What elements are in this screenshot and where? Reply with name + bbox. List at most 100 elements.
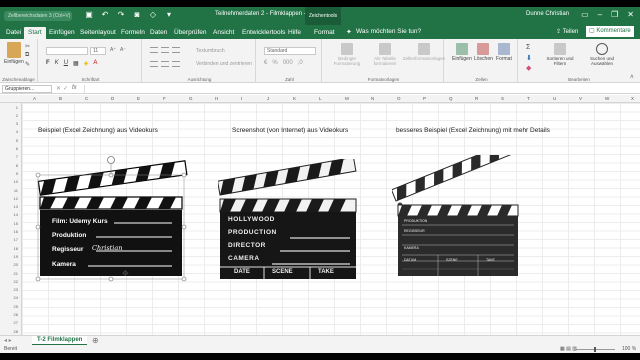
column-header[interactable]: F (163, 95, 166, 103)
tab-einfuegen[interactable]: Einfügen (49, 27, 75, 39)
column-header[interactable]: O (397, 95, 401, 103)
clear-icon[interactable]: ◆ (526, 64, 531, 72)
align-middle-icon[interactable] (161, 47, 169, 53)
column-header[interactable]: X (631, 95, 634, 103)
column-header[interactable]: V (579, 95, 582, 103)
tab-datei[interactable]: Datei (6, 27, 21, 39)
row-header[interactable]: 8 (16, 163, 18, 168)
user-name[interactable]: Dunne Christian (526, 11, 569, 17)
font-size-select[interactable]: 11 (90, 47, 106, 55)
fill-color-icon[interactable]: ◈ (84, 60, 89, 67)
tab-hilfe[interactable]: Hilfe (288, 27, 301, 39)
tab-format[interactable]: Format (314, 27, 335, 39)
row-header[interactable]: 25 (14, 304, 18, 309)
column-header[interactable]: G (189, 95, 193, 103)
row-header[interactable]: 4 (16, 129, 18, 134)
column-header[interactable]: E (137, 95, 140, 103)
redo-icon[interactable]: ↷ (116, 10, 126, 20)
column-header[interactable]: T (527, 95, 530, 103)
row-header[interactable]: 13 (14, 204, 18, 209)
row-header[interactable]: 28 (14, 329, 18, 334)
insert-function-button[interactable]: fx (72, 85, 77, 91)
row-header[interactable]: 21 (14, 271, 18, 276)
align-left-icon[interactable] (150, 61, 158, 67)
tab-seitenlayout[interactable]: Seitenlayout (80, 27, 116, 39)
bold-button[interactable]: F (46, 60, 50, 67)
paste-button[interactable]: Einfügen (4, 42, 24, 65)
row-header[interactable]: 1 (16, 105, 18, 110)
align-right-icon[interactable] (172, 61, 180, 67)
align-top-icon[interactable] (150, 47, 158, 53)
zoom-slider-knob[interactable] (594, 347, 596, 352)
border-icon[interactable]: ▦ (73, 60, 79, 67)
merge-center-button[interactable]: Verbinden und zentrieren (196, 61, 252, 67)
undo-icon[interactable]: ↶ (100, 10, 110, 20)
search-box[interactable]: Zellbereichsdaten 3 (Ctrl+V) (4, 11, 72, 21)
find-select-button[interactable]: Suchen und Auswählen (582, 43, 622, 66)
format-cells-button[interactable]: Format (496, 43, 512, 62)
cut-icon[interactable]: ✂ (25, 43, 30, 50)
column-header[interactable]: C (85, 95, 88, 103)
insert-cells-button[interactable]: Einfügen (452, 43, 472, 62)
sheet-nav-arrows-icon[interactable]: ◂ ▸ (4, 337, 12, 344)
format-as-table-button[interactable]: Als Tabelle formatieren (368, 43, 402, 66)
grow-font-icon[interactable]: A⁺ (110, 47, 116, 53)
column-header[interactable]: J (267, 95, 269, 103)
row-header[interactable]: 12 (14, 196, 18, 201)
row-header[interactable]: 6 (16, 146, 18, 151)
row-header[interactable]: 3 (16, 121, 18, 126)
conditional-format-button[interactable]: Bedingte Formatierung (330, 43, 364, 66)
column-header[interactable]: I (241, 95, 242, 103)
format-painter-icon[interactable]: ✎ (25, 61, 30, 68)
cancel-icon[interactable]: ✕ (56, 85, 61, 92)
column-header[interactable]: H (215, 95, 218, 103)
percent-icon[interactable]: % (272, 60, 277, 66)
column-header[interactable]: R (475, 95, 478, 103)
tab-ueberpruefen[interactable]: Überprüfen (174, 27, 207, 39)
column-header[interactable]: P (423, 95, 426, 103)
save-icon[interactable]: ▣ (84, 10, 94, 20)
tab-start[interactable]: Start (24, 27, 46, 39)
wrap-text-button[interactable]: Textumbruch (196, 48, 225, 54)
tell-me-input[interactable]: Was möchten Sie tun? (356, 28, 421, 35)
copy-icon[interactable]: ⧉ (25, 52, 29, 59)
align-center-icon[interactable] (161, 61, 169, 67)
tab-ansicht[interactable]: Ansicht (213, 27, 234, 39)
autosum-icon[interactable]: Σ (526, 44, 530, 51)
row-header[interactable]: 11 (14, 188, 18, 193)
zoom-percent[interactable]: 100 % (622, 345, 636, 353)
row-header[interactable]: 20 (14, 262, 18, 267)
row-header[interactable]: 15 (14, 221, 18, 226)
tab-daten[interactable]: Daten (150, 27, 167, 39)
name-box[interactable]: Gruppieren... (2, 85, 52, 93)
column-header[interactable]: W (605, 95, 609, 103)
column-header[interactable]: M (345, 95, 349, 103)
row-header[interactable]: 5 (16, 138, 18, 143)
currency-icon[interactable]: € (264, 60, 267, 66)
row-header[interactable]: 10 (14, 179, 18, 184)
decimal-icon[interactable]: ,0 (298, 60, 303, 66)
row-header[interactable]: 18 (14, 246, 18, 251)
row-header[interactable]: 22 (14, 279, 18, 284)
column-header[interactable]: L (319, 95, 322, 103)
formula-input[interactable] (84, 85, 634, 93)
underline-button[interactable]: U (64, 60, 68, 67)
italic-button[interactable]: K (55, 60, 59, 67)
column-header[interactable]: K (293, 95, 296, 103)
font-name-select[interactable] (46, 47, 88, 55)
fill-icon[interactable]: ⬇ (526, 54, 532, 62)
share-button[interactable]: ⇪ Teilen (556, 27, 578, 37)
row-header[interactable]: 14 (14, 212, 18, 217)
align-bottom-icon[interactable] (172, 47, 180, 53)
row-header[interactable]: 24 (14, 295, 18, 300)
column-header[interactable]: D (111, 95, 114, 103)
row-header[interactable]: 19 (14, 254, 18, 259)
ribbon-options-icon[interactable]: ▭ (581, 10, 589, 20)
customize-icon[interactable]: ▾ (164, 10, 174, 20)
column-header[interactable]: B (59, 95, 62, 103)
comments-button[interactable]: ▢ Kommentare (586, 26, 634, 37)
thousands-icon[interactable]: 000 (283, 60, 293, 66)
column-header[interactable]: N (371, 95, 374, 103)
minimize-icon[interactable]: – (598, 10, 602, 20)
restore-icon[interactable]: ❐ (611, 10, 618, 20)
